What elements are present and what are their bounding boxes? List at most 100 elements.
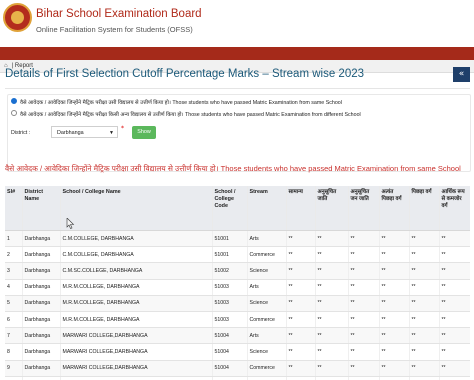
table-cell: ** (348, 376, 380, 380)
bseb-logo-icon[interactable] (3, 3, 32, 32)
col-header[interactable]: अनुसूचित जन जाति (348, 186, 380, 231)
table-cell: Darbhanga (22, 295, 61, 312)
table-cell: 10 (5, 376, 23, 380)
table-cell: M.R.M.COLLEGE, DARBHANGA (60, 295, 213, 312)
col-header[interactable]: आर्थिक रूप से कमजोर वर्ग (439, 186, 470, 231)
table-cell: ** (439, 343, 470, 361)
org-subtitle: Online Facilitation System for Students … (36, 25, 193, 34)
col-header[interactable]: Stream (247, 186, 287, 231)
table-cell: ** (286, 311, 316, 329)
table-cell: ** (315, 311, 349, 329)
table-cell: ** (348, 230, 380, 248)
site-header: Bihar School Examination Board Online Fa… (0, 0, 474, 47)
table-cell: ** (379, 343, 410, 361)
table-cell: ** (286, 360, 316, 377)
double-chevron-left-icon[interactable]: « (453, 67, 470, 82)
col-header[interactable]: School / College Name (60, 186, 213, 231)
table-cell: ** (409, 295, 440, 312)
table-cell: ** (348, 343, 380, 361)
table-row: 6 Darbhanga M.R.M.COLLEGE, DARBHANGA 51003 C… (5, 311, 470, 329)
table-cell: ** (439, 295, 470, 312)
table-cell: ** (315, 262, 349, 280)
table-cell: ** (379, 295, 410, 312)
col-header[interactable]: अत्यंत पिछड़ा वर्ग (379, 186, 410, 231)
table-cell: MARWARI COLLEGE,DARBHANGA (60, 360, 213, 377)
table-cell: ** (439, 360, 470, 377)
table-cell: ** (286, 376, 316, 380)
table-cell: Darbhanga (22, 246, 61, 264)
chevron-down-icon: ▼ (109, 130, 114, 136)
table-body: 1 Darbhanga C.M.COLLEGE, DARBHANGA 51001 Art… (5, 230, 470, 380)
table-cell: Science (247, 295, 287, 312)
table-cell: Commerce (247, 246, 287, 264)
table-cell: ** (348, 360, 380, 377)
table-cell: ** (409, 246, 440, 264)
title-divider (5, 88, 470, 89)
table-cell: C.M.COLLEGE, DARBHANGA (60, 246, 213, 264)
table-cell: 7 (5, 327, 23, 345)
table-cell: ** (379, 360, 410, 377)
radio-same-school[interactable] (11, 98, 17, 104)
table-cell: Arts (247, 279, 287, 296)
district-label: District : (11, 130, 31, 136)
table-cell: Darbhanga (22, 230, 61, 248)
col-header[interactable]: पिछड़ा वर्ग (409, 186, 440, 231)
table-cell: 51002 (212, 262, 248, 280)
table-cell: Arts (247, 327, 287, 345)
table-row: 3 Darbhanga C.M.SC.COLLEGE, DARBHANGA 51002… (5, 262, 470, 280)
table-cell: 51003 (212, 295, 248, 312)
radio-same-school-label[interactable]: वैसे आवेदक / आवेदिका जिन्होंने मैट्रिक प… (20, 98, 342, 106)
col-header[interactable]: School / College Code (212, 186, 248, 231)
show-button[interactable]: Show (132, 126, 156, 139)
table-cell: 51004 (212, 360, 248, 377)
table-cell: M.R.M.COLLEGE, DARBHANGA (60, 311, 213, 329)
table-cell: Arts (247, 376, 287, 380)
district-select[interactable]: Darbhanga ▼ (51, 126, 118, 138)
table-cell: ** (286, 279, 316, 296)
page-title: Details of First Selection Cutoff Percen… (5, 68, 365, 80)
table-cell: ** (439, 230, 470, 248)
results-table-container[interactable]: Sl# District Name School / College Name … (5, 186, 470, 380)
table-cell: ** (409, 327, 440, 345)
table-cell: Commerce (247, 360, 287, 377)
table-cell: ** (409, 230, 440, 248)
table-cell: ** (315, 376, 349, 380)
table-cell: ** (315, 295, 349, 312)
table-cell: ** (286, 230, 316, 248)
table-cell: Darbhanga (22, 311, 61, 329)
table-cell: C.M.COLLEGE, DARBHANGA (60, 230, 213, 248)
table-cell: ** (409, 343, 440, 361)
table-cell: 1 (5, 230, 23, 248)
table-cell: ** (315, 327, 349, 345)
table-cell: ** (315, 246, 349, 264)
required-mark: * (121, 125, 124, 132)
table-cell: ** (409, 279, 440, 296)
table-row: 8 Darbhanga MARWARI COLLEGE,DARBHANGA 51004… (5, 343, 470, 361)
table-cell: Science (247, 343, 287, 361)
table-row: 7 Darbhanga MARWARI COLLEGE,DARBHANGA 51004… (5, 327, 470, 345)
table-cell: 51004 (212, 343, 248, 361)
table-cell: ** (409, 262, 440, 280)
radio-different-school-label[interactable]: वैसे आवेदक / आवेदिका जिन्होंने मैट्रिक प… (20, 110, 361, 118)
col-header[interactable]: अनुसूचित जाति (315, 186, 349, 231)
table-cell: 6 (5, 311, 23, 329)
district-select-value: Darbhanga (57, 130, 84, 136)
table-cell: ** (348, 262, 380, 280)
table-cell: 51005 (212, 376, 248, 380)
col-header[interactable]: Sl# (5, 186, 23, 231)
table-cell: Arts (247, 230, 287, 248)
table-cell: M.L.S.M.COLLEGE, DARBHANGA (60, 376, 213, 380)
table-cell: ** (315, 230, 349, 248)
table-cell: ** (379, 246, 410, 264)
table-cell: ** (315, 360, 349, 377)
table-cell: ** (315, 279, 349, 296)
col-header[interactable]: District Name (22, 186, 61, 231)
radio-different-school[interactable] (11, 110, 17, 116)
table-cell: Commerce (247, 311, 287, 329)
table-cell: 2 (5, 246, 23, 264)
col-header[interactable]: सामान्य (286, 186, 316, 231)
table-row: 10DarbhangaM.L.S.M.COLLEGE, DARBHANGA510… (5, 376, 470, 380)
table-cell: ** (379, 230, 410, 248)
filter-panel: वैसे आवेदक / आवेदिका जिन्होंने मैट्रिक प… (7, 94, 471, 172)
table-cell: C.M.SC.COLLEGE, DARBHANGA (60, 262, 213, 280)
